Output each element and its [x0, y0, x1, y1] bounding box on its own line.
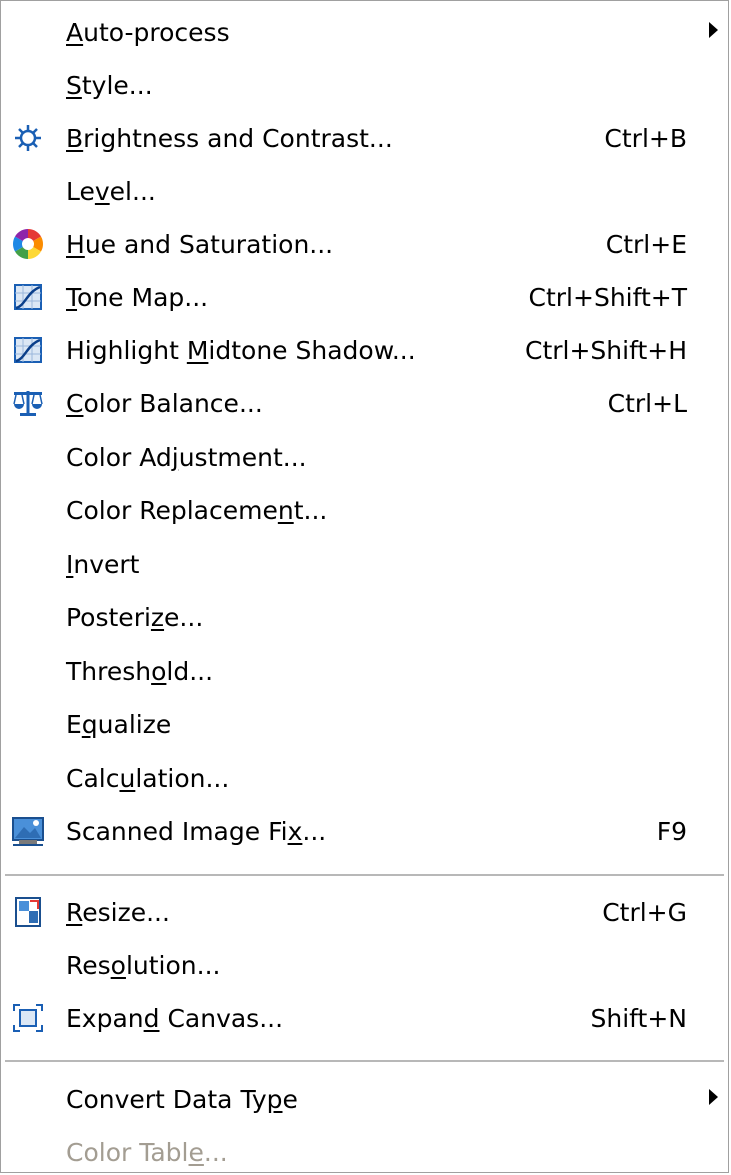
menu-item-label: Color Balance...	[66, 388, 263, 418]
submenu-arrow-icon	[709, 22, 718, 38]
menu-item-label: Resolution...	[66, 950, 221, 980]
menu-item-label: Auto-process	[66, 17, 230, 47]
shortcut-label: Ctrl+Shift+T	[528, 282, 687, 312]
menu-item-label: Equalize	[66, 709, 172, 739]
menu-item-highlight-midtone-shadow[interactable]: Highlight Midtone Shadow... Ctrl+Shift+H	[1, 328, 728, 372]
menu-item-label: Level...	[66, 176, 156, 206]
menu-item-label: Posterize...	[66, 602, 204, 632]
shortcut-label: Ctrl+B	[604, 123, 687, 153]
shortcut-label: F9	[656, 816, 687, 846]
menu-item-brightness-contrast[interactable]: Brightness and Contrast... Ctrl+B	[1, 116, 728, 160]
menu-item-label: Expand Canvas...	[66, 1003, 284, 1033]
menu-item-label: Convert Data Type	[66, 1084, 298, 1114]
shortcut-label: Shift+N	[590, 1003, 687, 1033]
menu-item-label: Threshold...	[66, 656, 214, 686]
menu-item-expand-canvas[interactable]: Expand Canvas... Shift+N	[1, 996, 728, 1040]
menu-item-label: Brightness and Contrast...	[66, 123, 393, 153]
menu-item-color-balance[interactable]: Color Balance... Ctrl+L	[1, 381, 728, 425]
expand-canvas-icon	[11, 1001, 45, 1035]
menu-item-label: Highlight Midtone Shadow...	[66, 335, 416, 365]
shortcut-label: Ctrl+Shift+H	[525, 335, 687, 365]
menu-item-threshold[interactable]: Threshold...	[1, 649, 728, 693]
menu-item-label: Calculation...	[66, 763, 230, 793]
menu-item-level[interactable]: Level...	[1, 169, 728, 213]
shortcut-label: Ctrl+E	[605, 229, 687, 259]
shortcut-label: Ctrl+G	[602, 897, 687, 927]
menu-item-resize[interactable]: Resize... Ctrl+G	[1, 890, 728, 934]
menu-item-tone-map[interactable]: Tone Map... Ctrl+Shift+T	[1, 275, 728, 319]
menu-item-label: Invert	[66, 549, 140, 579]
curve-graph-icon	[11, 280, 45, 314]
menu-item-label: Color Table...	[66, 1137, 228, 1167]
menu-item-label: Tone Map...	[66, 282, 209, 312]
context-menu: Auto-process Style... Brightness and Contr…	[0, 0, 729, 1173]
menu-item-color-adjustment[interactable]: Color Adjustment...	[1, 435, 728, 479]
menu-item-label: Scanned Image Fix...	[66, 816, 327, 846]
curve-graph-icon	[11, 333, 45, 367]
menu-item-color-table: Color Table...	[1, 1130, 728, 1174]
menu-item-equalize[interactable]: Equalize	[1, 702, 728, 746]
menu-item-label: Style...	[66, 70, 153, 100]
color-wheel-icon	[11, 227, 45, 261]
scanned-image-icon	[11, 814, 45, 848]
menu-item-label: Resize...	[66, 897, 170, 927]
menu-item-auto-process[interactable]: Auto-process	[1, 10, 728, 54]
menu-item-posterize[interactable]: Posterize...	[1, 595, 728, 639]
sun-icon	[11, 121, 45, 155]
resize-icon	[11, 895, 45, 929]
menu-item-style[interactable]: Style...	[1, 63, 728, 107]
menu-separator	[5, 1060, 724, 1062]
menu-item-label: Color Adjustment...	[66, 442, 307, 472]
menu-item-calculation[interactable]: Calculation...	[1, 756, 728, 800]
menu-item-convert-data-type[interactable]: Convert Data Type	[1, 1077, 728, 1121]
balance-scale-icon	[11, 386, 45, 420]
menu-item-hue-saturation[interactable]: Hue and Saturation... Ctrl+E	[1, 222, 728, 266]
shortcut-label: Ctrl+L	[607, 388, 687, 418]
menu-item-label: Hue and Saturation...	[66, 229, 334, 259]
menu-item-color-replacement[interactable]: Color Replacement...	[1, 488, 728, 532]
menu-item-label: Color Replacement...	[66, 495, 328, 525]
menu-item-invert[interactable]: Invert	[1, 542, 728, 586]
menu-item-resolution[interactable]: Resolution...	[1, 943, 728, 987]
menu-separator	[5, 874, 724, 876]
menu-item-scanned-image-fix[interactable]: Scanned Image Fix... F9	[1, 809, 728, 853]
submenu-arrow-icon	[709, 1089, 718, 1105]
